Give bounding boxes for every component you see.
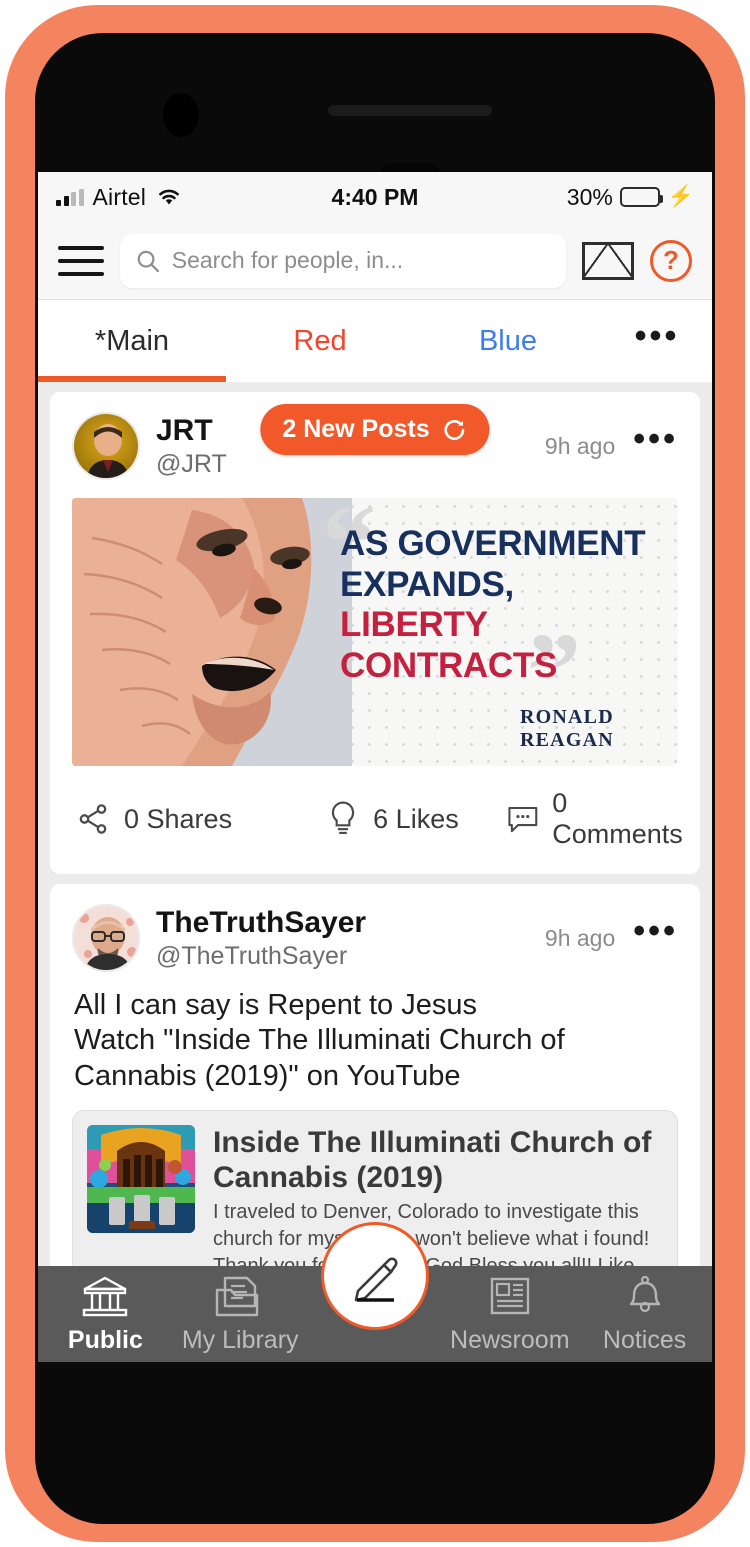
quote-text-block: AS GOVERNMENT EXPANDS, LIBERTY CONTRACTS — [340, 524, 666, 686]
lightning-bolt-icon: ⚡ — [668, 185, 694, 209]
feed-tab-bar: *Main Red Blue ••• — [38, 300, 712, 382]
post-timestamp: 9h ago — [545, 433, 615, 460]
quote-line-3: CONTRACTS — [340, 646, 666, 687]
post-action-bar: 0 Shares 6 Likes 0 Com — [72, 766, 678, 874]
earpiece-speaker — [328, 105, 492, 116]
tab-red[interactable]: Red — [226, 300, 414, 382]
post-image[interactable]: “ ” AS GOVERNMENT EXPANDS, LIBERTY CONTR… — [72, 498, 678, 766]
quote-line-1: AS GOVERNMENT — [340, 524, 666, 565]
bottom-navigation-bar: Public My Library Newsroom — [38, 1266, 712, 1362]
post-author-handle[interactable]: @JRT — [156, 449, 227, 479]
more-options-icon[interactable]: ••• — [633, 925, 678, 951]
post-card: JRT @JRT 9h ago ••• 2 New Posts — [50, 392, 700, 874]
more-options-icon[interactable]: ••• — [633, 433, 678, 459]
quote-line-2a: EXPANDS, — [340, 565, 514, 604]
share-action[interactable]: 0 Shares — [76, 802, 327, 836]
bottom-nav-public[interactable]: Public — [38, 1274, 173, 1355]
avatar[interactable] — [72, 904, 140, 972]
bank-building-icon — [79, 1274, 131, 1320]
post-author-name[interactable]: JRT — [156, 414, 227, 447]
like-count-label: 6 Likes — [373, 804, 459, 835]
bottom-nav-label: Newsroom — [450, 1326, 569, 1355]
post-feed[interactable]: JRT @JRT 9h ago ••• 2 New Posts — [38, 382, 712, 1362]
bottom-nav-notices[interactable]: Notices — [577, 1274, 712, 1355]
comment-action[interactable]: 0 Comments — [507, 788, 688, 850]
link-preview-thumbnail — [87, 1125, 195, 1233]
hamburger-menu-icon[interactable] — [58, 246, 104, 276]
new-posts-button[interactable]: 2 New Posts — [260, 404, 489, 455]
search-bar[interactable] — [120, 234, 566, 288]
tab-blue[interactable]: Blue — [414, 300, 602, 382]
post-author-handle[interactable]: @TheTruthSayer — [156, 941, 366, 971]
battery-icon — [620, 187, 660, 207]
search-input[interactable] — [172, 247, 550, 274]
status-bar: Airtel 4:40 PM 30% ⚡ — [38, 172, 712, 222]
battery-percent-label: 30% — [567, 184, 613, 211]
compose-button[interactable] — [321, 1222, 429, 1330]
post-body-line-3: Cannabis (2019)" on YouTube — [74, 1059, 676, 1094]
question-mark-icon[interactable]: ? — [650, 240, 692, 282]
bottom-nav-label: Public — [68, 1326, 143, 1355]
front-camera-icon — [163, 93, 199, 137]
bottom-nav-my-library[interactable]: My Library — [173, 1274, 308, 1355]
post-header: TheTruthSayer @TheTruthSayer 9h ago ••• — [72, 904, 678, 972]
carrier-label: Airtel — [93, 184, 147, 211]
lightbulb-icon — [327, 800, 359, 838]
wifi-icon — [155, 187, 183, 207]
phone-screen: Airtel 4:40 PM 30% ⚡ ? — [38, 172, 712, 1362]
post-author-name[interactable]: TheTruthSayer — [156, 906, 366, 939]
link-preview-title: Inside The Illuminati Church of Cannabis… — [213, 1125, 663, 1195]
post-header: JRT @JRT 9h ago ••• 2 New Posts — [72, 412, 678, 480]
tab-main[interactable]: *Main — [38, 300, 226, 382]
quote-author: RONALD REAGAN — [520, 706, 678, 752]
bottom-nav-label: Notices — [603, 1326, 686, 1355]
post-body-line-2: Watch "Inside The Illuminati Church of — [74, 1023, 676, 1058]
share-count-label: 0 Shares — [124, 804, 232, 835]
search-icon — [136, 248, 160, 274]
post-body-line-1: All I can say is Repent to Jesus — [74, 988, 676, 1023]
reagan-portrait-photo — [72, 498, 352, 766]
pen-write-icon — [344, 1245, 406, 1307]
top-navigation-bar: ? — [38, 222, 712, 300]
tab-more-icon[interactable]: ••• — [602, 300, 712, 382]
signal-bars-icon — [56, 189, 84, 206]
comment-bubble-icon — [507, 803, 539, 835]
like-action[interactable]: 6 Likes — [327, 800, 506, 838]
bottom-nav-label: My Library — [182, 1326, 299, 1355]
envelope-icon[interactable] — [582, 242, 634, 280]
refresh-icon — [442, 417, 468, 443]
comment-count-label: 0 Comments — [552, 788, 687, 850]
new-posts-label: 2 New Posts — [282, 415, 429, 444]
post-timestamp: 9h ago — [545, 925, 615, 952]
folder-documents-icon — [213, 1274, 267, 1320]
newspaper-icon — [485, 1274, 535, 1320]
quote-line-2b: LIBERTY — [340, 605, 488, 644]
bottom-nav-newsroom[interactable]: Newsroom — [442, 1274, 577, 1355]
post-body: All I can say is Repent to Jesus Watch "… — [74, 988, 676, 1094]
share-icon — [76, 802, 110, 836]
bell-icon — [622, 1274, 668, 1320]
avatar[interactable] — [72, 412, 140, 480]
